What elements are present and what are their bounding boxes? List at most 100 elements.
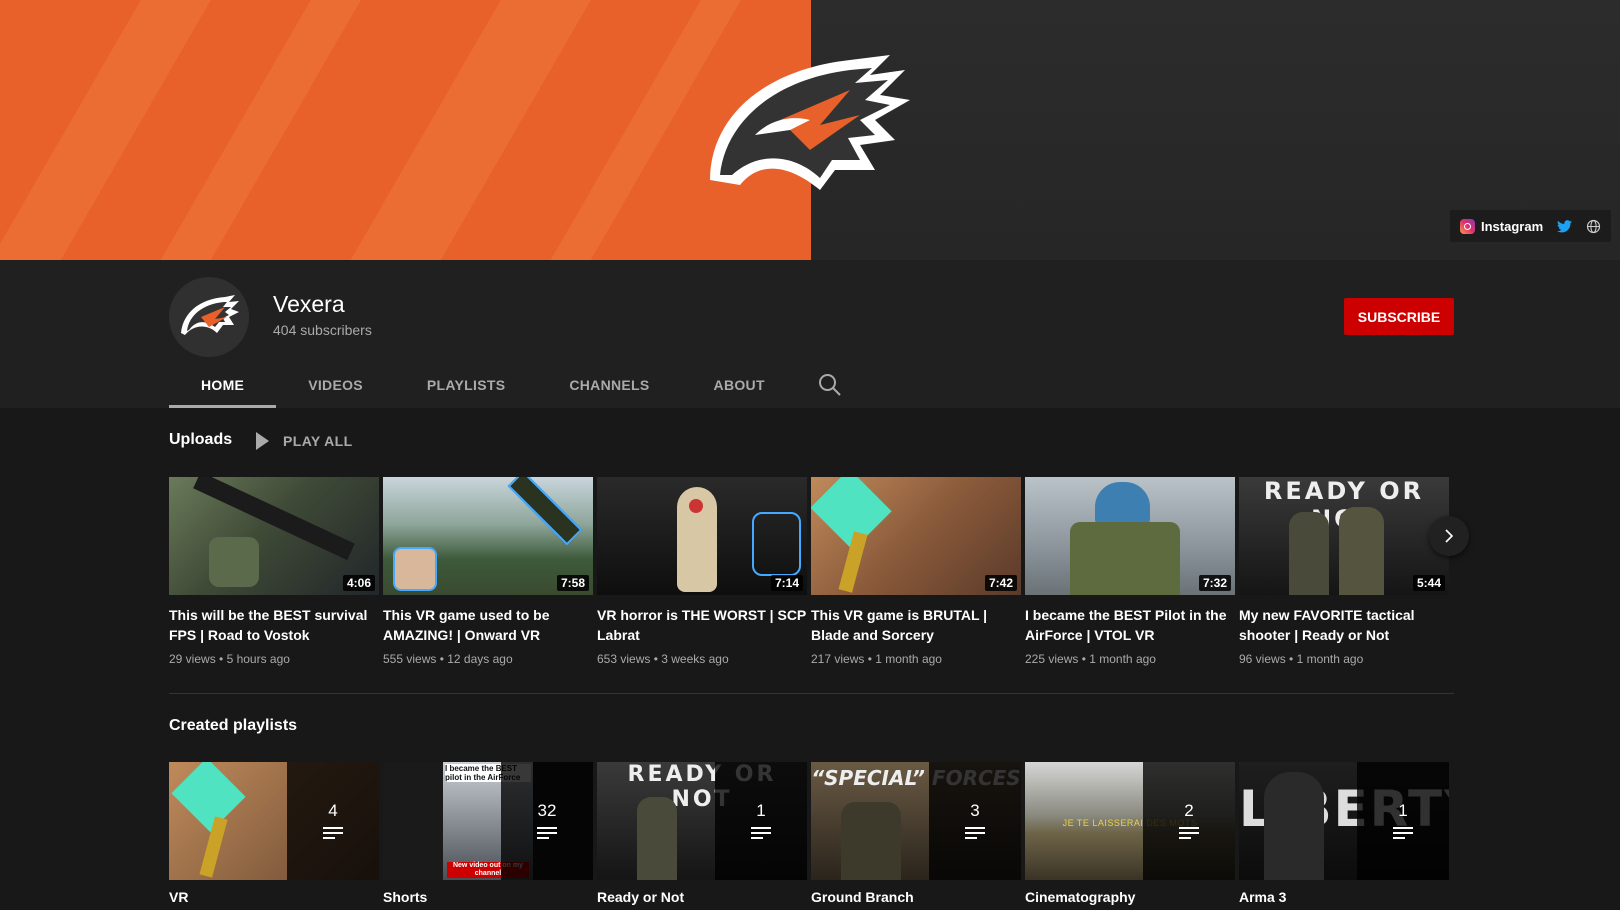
playlist-name[interactable]: Ground Branch	[811, 889, 1021, 905]
video-duration: 4:06	[342, 575, 375, 591]
video-meta: 555 views • 12 days ago	[383, 652, 513, 666]
video-card[interactable]: 7:32 I became the BEST Pilot in the AirF…	[1025, 477, 1235, 666]
playlist-overlay: 3	[929, 762, 1021, 880]
uploads-heading: Uploads	[169, 431, 233, 448]
tab-videos[interactable]: VIDEOS	[276, 370, 395, 408]
tab-playlists[interactable]: PLAYLISTS	[395, 370, 537, 408]
playlist-count: 2	[1184, 801, 1194, 820]
playlist-thumbnail[interactable]: “SPECIAL” FORCES 3	[811, 762, 1021, 880]
banner-orange-panel	[0, 0, 811, 260]
video-age: 1 month ago	[1089, 652, 1156, 666]
video-thumbnail[interactable]: 7:14	[597, 477, 807, 595]
video-duration: 7:32	[1198, 575, 1231, 591]
playlist-overlay: 32	[501, 762, 593, 880]
chevron-right-icon	[1445, 529, 1454, 543]
playlist-name[interactable]: Arma 3	[1239, 889, 1449, 905]
playlist-name[interactable]: Cinematography	[1025, 889, 1235, 905]
instagram-label: Instagram	[1481, 218, 1544, 234]
channel-banner: Instagram	[0, 0, 1620, 260]
video-duration: 7:58	[556, 575, 589, 591]
playlist-card[interactable]: READY OR NOT 1 Ready or Not	[597, 762, 807, 905]
channel-tabs: HOME VIDEOS PLAYLISTS CHANNELS ABOUT	[169, 370, 841, 408]
video-meta: 225 views • 1 month ago	[1025, 652, 1156, 666]
playlist-icon	[965, 827, 985, 841]
video-duration: 7:42	[984, 575, 1017, 591]
playlist-overlay: 1	[1357, 762, 1449, 880]
video-views: 225 views	[1025, 652, 1079, 666]
video-title[interactable]: I became the BEST Pilot in the AirForce …	[1025, 605, 1235, 645]
video-card[interactable]: 4:06 This will be the BEST survival FPS …	[169, 477, 379, 666]
instagram-icon	[1460, 218, 1475, 234]
video-views: 217 views	[811, 652, 865, 666]
video-age: 3 weeks ago	[661, 652, 729, 666]
playlist-name[interactable]: VR	[169, 889, 379, 905]
video-title[interactable]: VR horror is THE WORST | SCP Labrat	[597, 605, 807, 645]
playlist-thumbnail[interactable]: 4	[169, 762, 379, 880]
video-views: 653 views	[597, 652, 651, 666]
tab-channels[interactable]: CHANNELS	[537, 370, 681, 408]
channel-avatar[interactable]	[169, 277, 249, 357]
video-card[interactable]: 7:42 This VR game is BRUTAL | Blade and …	[811, 477, 1021, 666]
video-age: 5 hours ago	[226, 652, 290, 666]
globe-icon[interactable]	[1586, 219, 1601, 234]
playlist-thumbnail[interactable]: LIBERTY 1	[1239, 762, 1449, 880]
video-age: 1 month ago	[875, 652, 942, 666]
twitter-icon[interactable]	[1557, 219, 1573, 233]
section-divider	[169, 693, 1454, 694]
tab-about[interactable]: ABOUT	[682, 370, 797, 408]
playlist-card[interactable]: 4 VR	[169, 762, 379, 905]
playlist-count: 4	[328, 801, 338, 820]
channel-logo	[710, 55, 910, 190]
video-title[interactable]: This VR game is BRUTAL | Blade and Sorce…	[811, 605, 1021, 645]
playlist-icon	[1393, 827, 1413, 841]
video-thumbnail[interactable]: READY OR NOT 5:44	[1239, 477, 1449, 595]
playlist-card[interactable]: LIBERTY 1 Arma 3	[1239, 762, 1449, 905]
playlist-icon	[751, 827, 771, 841]
search-icon[interactable]	[815, 370, 845, 400]
video-thumbnail[interactable]: 7:42	[811, 477, 1021, 595]
video-age: 1 month ago	[1296, 652, 1364, 666]
playlist-count: 32	[537, 801, 557, 820]
carousel-next-button[interactable]	[1429, 516, 1469, 556]
playlist-thumbnail[interactable]: JE TE LAISSERAI DES MOTS 2	[1025, 762, 1235, 880]
playlist-thumbnail[interactable]: I became the BEST pilot in the AirForce …	[383, 762, 593, 880]
video-title[interactable]: This will be the BEST survival FPS | Roa…	[169, 605, 379, 645]
video-meta: 653 views • 3 weeks ago	[597, 652, 729, 666]
channel-header: Vexera 404 subscribers SUBSCRIBE HOME VI…	[0, 260, 1620, 408]
playlists-heading: Created playlists	[169, 717, 298, 734]
playlist-icon	[1179, 827, 1199, 841]
play-all-button[interactable]: PLAY ALL	[256, 432, 353, 450]
video-views: 96 views	[1239, 652, 1286, 666]
channel-name: Vexera	[273, 291, 345, 317]
subscriber-count: 404 subscribers	[273, 322, 372, 338]
video-thumbnail[interactable]: 7:58	[383, 477, 593, 595]
playlist-card[interactable]: I became the BEST pilot in the AirForce …	[383, 762, 593, 905]
playlist-name[interactable]: Shorts	[383, 889, 593, 905]
playlist-count: 1	[756, 801, 766, 820]
playlist-card[interactable]: “SPECIAL” FORCES 3 Ground Branch	[811, 762, 1021, 905]
video-card[interactable]: 7:14 VR horror is THE WORST | SCP Labrat…	[597, 477, 807, 666]
video-card[interactable]: READY OR NOT 5:44 My new FAVORITE tactic…	[1239, 477, 1449, 666]
video-card[interactable]: 7:58 This VR game used to be AMAZING! | …	[383, 477, 593, 666]
playlist-count: 3	[970, 801, 980, 820]
playlist-name[interactable]: Ready or Not	[597, 889, 807, 905]
instagram-link[interactable]: Instagram	[1460, 218, 1544, 234]
play-icon	[256, 432, 269, 450]
playlist-thumbnail[interactable]: READY OR NOT 1	[597, 762, 807, 880]
video-views: 29 views	[169, 652, 216, 666]
playlist-overlay: 4	[287, 762, 379, 880]
video-thumbnail[interactable]: 4:06	[169, 477, 379, 595]
playlist-card[interactable]: JE TE LAISSERAI DES MOTS 2 Cinematograph…	[1025, 762, 1235, 905]
video-title[interactable]: This VR game used to be AMAZING! | Onwar…	[383, 605, 593, 645]
video-age: 12 days ago	[447, 652, 513, 666]
subscribe-button[interactable]: SUBSCRIBE	[1344, 298, 1454, 335]
video-duration: 7:14	[770, 575, 803, 591]
playlist-icon	[537, 827, 557, 841]
video-title[interactable]: My new FAVORITE tactical shooter | Ready…	[1239, 605, 1449, 645]
tab-home[interactable]: HOME	[169, 370, 277, 408]
video-duration: 5:44	[1412, 575, 1445, 591]
video-meta: 96 views • 1 month ago	[1239, 652, 1364, 666]
video-views: 555 views	[383, 652, 437, 666]
playlist-icon	[323, 827, 343, 841]
video-thumbnail[interactable]: 7:32	[1025, 477, 1235, 595]
